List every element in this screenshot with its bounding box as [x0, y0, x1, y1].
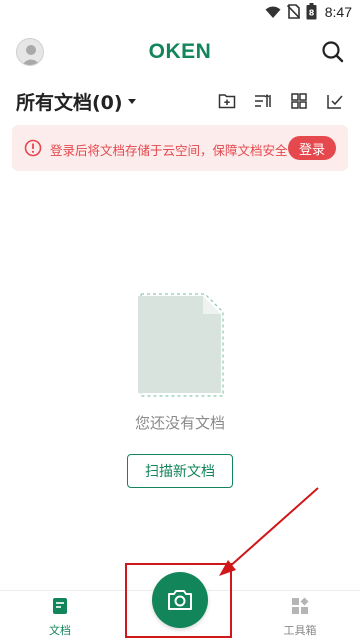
alert-icon	[24, 139, 42, 157]
app-title: OKEN	[148, 40, 212, 63]
svg-text:8: 8	[308, 9, 314, 18]
battery-icon: 8	[306, 3, 317, 20]
annotation-highlight-box	[125, 563, 232, 638]
login-button[interactable]: 登录	[288, 136, 336, 160]
grid-view-icon	[291, 93, 307, 109]
folder-selector[interactable]: 所有文档(0)	[16, 88, 136, 115]
sort-icon	[255, 94, 271, 107]
document-icon	[53, 598, 67, 614]
new-folder-button[interactable]	[216, 90, 238, 112]
nav-toolbox-label: 工具箱	[283, 624, 317, 637]
title-row: 所有文档(0)	[0, 86, 360, 116]
app-header: OKEN	[0, 28, 360, 76]
new-folder-icon	[218, 94, 236, 109]
banner-message: 登录后将文档存储于云空间，保障文档安全	[50, 143, 288, 158]
search-icon	[322, 41, 344, 63]
multi-select-icon	[327, 95, 343, 109]
multi-select-button[interactable]	[324, 90, 346, 112]
clock: 8:47	[324, 3, 352, 20]
chevron-down-icon	[127, 99, 136, 104]
wifi-icon	[265, 6, 281, 18]
status-bar: 8 8:47	[0, 0, 360, 24]
login-banner: 登录后将文档存储于云空间，保障文档安全 登录	[12, 125, 348, 171]
search-button[interactable]	[320, 39, 346, 65]
grid-view-button[interactable]	[288, 90, 310, 112]
sort-button[interactable]	[252, 90, 274, 112]
page-title: 所有文档(0)	[16, 92, 123, 114]
scan-new-document-button[interactable]: 扫描新文档	[127, 454, 233, 488]
empty-document-icon	[138, 293, 224, 397]
nav-documents[interactable]: 文档	[30, 597, 90, 638]
nav-documents-label: 文档	[49, 624, 71, 637]
no-sim-icon	[286, 4, 300, 19]
nav-toolbox[interactable]: 工具箱	[270, 597, 330, 638]
empty-message: 您还没有文档	[134, 414, 225, 432]
toolbox-icon	[292, 597, 309, 614]
